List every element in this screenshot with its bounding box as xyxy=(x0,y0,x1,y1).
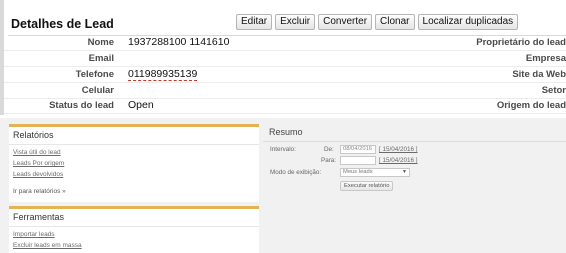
go-to-reports-link[interactable]: Ir para relatórios » xyxy=(13,188,66,195)
field-value-name: 1937288100 1141610 xyxy=(128,36,230,48)
summary-divider xyxy=(263,141,566,142)
chevron-down-icon: ▼ xyxy=(402,169,407,175)
field-row-name: Nome 1937288100 1141610 Proprietário do … xyxy=(4,35,566,51)
tools-divider xyxy=(9,226,259,227)
field-label-website: Site da Web xyxy=(512,69,566,80)
field-row-phone: Telefone 011989935139 Site da Web xyxy=(4,67,566,83)
field-row-email: Email Empresa xyxy=(4,51,566,67)
from-date-input[interactable]: 08/04/2016 xyxy=(340,145,376,154)
to-date-link[interactable]: [ 15/04/2016 ] xyxy=(379,157,418,164)
tools-panel: Ferramentas Importar leads Excluir leads… xyxy=(9,206,259,253)
field-label-email: Email xyxy=(88,53,114,64)
field-label-mobile: Celular xyxy=(81,85,114,96)
from-date-link[interactable]: [ 15/04/2016 ] xyxy=(379,146,418,153)
lead-detail-section: Detalhes de Lead Editar Excluir Converte… xyxy=(0,0,566,115)
delete-button[interactable]: Excluir xyxy=(275,14,316,30)
field-label-owner: Proprietário do lead xyxy=(476,37,566,48)
field-label-name: Nome xyxy=(87,37,114,48)
convert-button[interactable]: Converter xyxy=(318,14,373,30)
action-toolbar: Editar Excluir Converter Clonar Localiza… xyxy=(236,14,519,30)
field-value-status: Open xyxy=(128,99,154,111)
reports-divider xyxy=(9,144,259,145)
clone-button[interactable]: Clonar xyxy=(375,14,415,30)
summary-panel: Resumo Intervalo: De: 08/04/2016 [ 15/04… xyxy=(263,124,566,201)
to-date-input[interactable] xyxy=(340,156,376,165)
report-link-leads-by-source[interactable]: Leads Por origem xyxy=(13,160,64,167)
edit-button[interactable]: Editar xyxy=(236,14,273,30)
mass-delete-leads-link[interactable]: Excluir leads em massa xyxy=(13,242,82,249)
field-label-phone: Telefone xyxy=(75,69,114,80)
reports-title: Relatórios xyxy=(13,130,54,140)
report-link-returned-leads[interactable]: Leads devolvidos xyxy=(13,171,63,178)
view-mode-label: Modo de exibição: xyxy=(270,169,322,176)
reports-panel: Relatórios Vista útil do lead Leads Por … xyxy=(9,124,259,202)
lead-detail-header: Detalhes de Lead Editar Excluir Converte… xyxy=(4,13,566,35)
field-row-mobile: Celular Setor xyxy=(4,83,566,99)
report-link-lead-view[interactable]: Vista útil do lead xyxy=(13,149,61,156)
import-leads-link[interactable]: Importar leads xyxy=(13,231,55,238)
view-mode-select[interactable]: Meus leads ▼ xyxy=(340,168,410,177)
to-label: Para: xyxy=(321,157,337,164)
view-mode-value: Meus leads xyxy=(343,169,373,175)
field-value-phone[interactable]: 011989935139 xyxy=(128,68,198,81)
field-label-lead-source: Origem do lead xyxy=(496,100,566,111)
field-label-company: Empresa xyxy=(525,53,566,64)
page-title: Detalhes de Lead xyxy=(11,17,114,31)
tools-title: Ferramentas xyxy=(13,212,65,222)
from-label: De: xyxy=(324,146,334,153)
field-row-status: Status do lead Open Origem do lead xyxy=(4,98,566,114)
run-report-button[interactable]: Executar relatório xyxy=(340,181,394,191)
field-label-status: Status do lead xyxy=(49,100,114,111)
field-label-industry: Setor xyxy=(541,85,566,96)
find-duplicates-button[interactable]: Localizar duplicadas xyxy=(417,14,519,30)
summary-title: Resumo xyxy=(269,127,303,137)
interval-label: Intervalo: xyxy=(270,146,296,153)
sidebar-area: Relatórios Vista útil do lead Leads Por … xyxy=(0,118,566,253)
